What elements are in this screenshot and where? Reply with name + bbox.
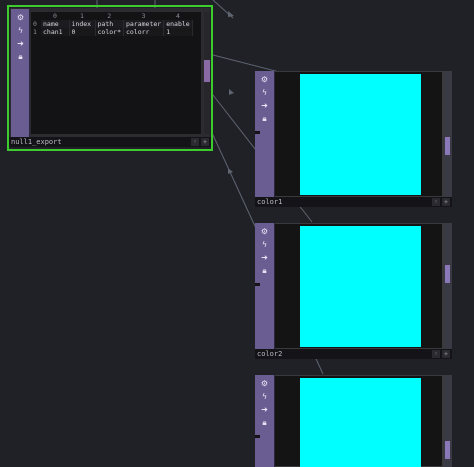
column-header: 3	[141, 12, 146, 20]
color2-node[interactable]: ⚙ ϟ ➜ 🔒︎ color2 ◦ +	[255, 223, 452, 359]
table-viewer[interactable]: 0 1 2 3 4 0 name index path parameter en…	[31, 12, 201, 134]
table-cell[interactable]: name	[41, 20, 70, 28]
color-preview	[300, 74, 421, 195]
viewer-toggle-icon[interactable]: ◦	[191, 138, 199, 146]
node-sidebar: ⚙ ϟ ➜ 🔒︎	[255, 71, 275, 197]
table-cell[interactable]: 1	[163, 28, 193, 36]
node-sidebar: ⚙ ϟ ➜ 🔒︎	[255, 375, 275, 467]
table-cell[interactable]: chan1	[41, 28, 70, 36]
table-row: 0 name index path parameter enable	[31, 20, 193, 28]
settings-icon[interactable]: ⚙	[258, 74, 271, 85]
table-cell[interactable]: index	[69, 20, 96, 28]
arrow-icon[interactable]: ➜	[14, 38, 27, 49]
column-header: 1	[80, 12, 84, 20]
node-body	[255, 223, 452, 349]
viewer-toggle-icon[interactable]: ◦	[432, 198, 440, 206]
column-header: 4	[176, 12, 180, 20]
settings-icon[interactable]: ⚙	[258, 378, 271, 389]
row-index: 0	[33, 20, 37, 28]
add-icon[interactable]: +	[442, 350, 450, 358]
lock-icon[interactable]: 🔒︎	[258, 113, 271, 124]
input-connector[interactable]	[255, 131, 260, 134]
null1-export-node[interactable]: ⚙ ϟ ➜ 🔒︎ 0 1 2 3 4 0 name index path par…	[7, 5, 213, 151]
node-name[interactable]: color1	[257, 198, 282, 206]
table-cell[interactable]: colorr	[123, 28, 165, 36]
lock-icon[interactable]: 🔒︎	[14, 51, 27, 62]
settings-icon[interactable]: ⚙	[258, 226, 271, 237]
bypass-icon[interactable]: ϟ	[258, 391, 271, 402]
output-tab[interactable]	[445, 265, 450, 283]
column-header: 2	[107, 12, 112, 20]
settings-icon[interactable]: ⚙	[14, 12, 27, 23]
vertical-scrollbar[interactable]	[204, 12, 210, 134]
bypass-icon[interactable]: ϟ	[258, 239, 271, 250]
bypass-icon[interactable]: ϟ	[14, 25, 27, 36]
node-label-bar: color1 ◦ +	[255, 197, 452, 207]
lock-icon[interactable]: 🔒︎	[258, 417, 271, 428]
table-cell[interactable]: color*	[95, 28, 124, 36]
output-connector[interactable]	[444, 223, 452, 349]
bypass-icon[interactable]: ϟ	[258, 87, 271, 98]
node-label-bar: color2 ◦ +	[255, 349, 452, 359]
color-preview	[300, 226, 421, 347]
table-cell[interactable]: 0	[69, 28, 96, 36]
add-icon[interactable]: +	[442, 198, 450, 206]
node-body	[255, 375, 452, 467]
table-cell[interactable]: enable	[163, 20, 193, 28]
table-cell[interactable]: path	[95, 20, 124, 28]
table-cell[interactable]: parameter	[123, 20, 165, 28]
output-tab[interactable]	[445, 137, 450, 155]
color-preview	[300, 378, 421, 467]
color3-node[interactable]: ⚙ ϟ ➜ 🔒︎	[255, 375, 452, 467]
arrow-icon[interactable]: ➜	[258, 404, 271, 415]
node-sidebar: ⚙ ϟ ➜ 🔒︎	[11, 9, 30, 145]
arrow-icon[interactable]: ➜	[258, 252, 271, 263]
node-sidebar: ⚙ ϟ ➜ 🔒︎	[255, 223, 275, 349]
lock-icon[interactable]: 🔒︎	[258, 265, 271, 276]
node-name[interactable]: null1_export	[11, 138, 62, 146]
add-icon[interactable]: +	[201, 138, 209, 146]
table-row: 1 chan1 0 color* colorr 1	[31, 28, 193, 36]
node-label-bar: null1_export ◦ +	[9, 137, 211, 147]
node-body	[255, 71, 452, 197]
column-header-row: 0 1 2 3 4	[31, 12, 192, 20]
viewer-toggle-icon[interactable]: ◦	[432, 350, 440, 358]
row-index: 1	[33, 28, 37, 36]
data-table: 0 1 2 3 4 0 name index path parameter en…	[31, 12, 193, 36]
color1-node[interactable]: ⚙ ϟ ➜ 🔒︎ color1 ◦ +	[255, 71, 452, 207]
column-header: 0	[53, 12, 57, 20]
output-connector[interactable]	[444, 375, 452, 467]
output-tab[interactable]	[445, 441, 450, 459]
input-connector[interactable]	[255, 435, 260, 438]
arrow-icon[interactable]: ➜	[258, 100, 271, 111]
output-connector[interactable]	[444, 71, 452, 197]
input-connector[interactable]	[255, 283, 260, 286]
scrollbar-thumb[interactable]	[204, 60, 210, 82]
node-name[interactable]: color2	[257, 350, 282, 358]
